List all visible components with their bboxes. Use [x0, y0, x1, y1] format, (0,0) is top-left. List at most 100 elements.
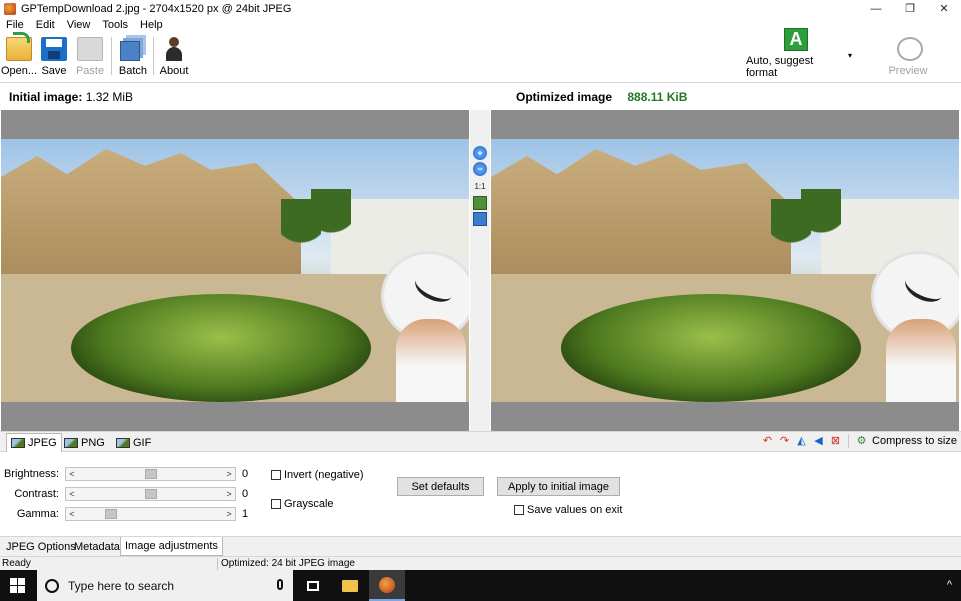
tools-separator [848, 434, 850, 448]
grayscale-checkbox[interactable]: Grayscale [271, 498, 334, 510]
invert-checkbox[interactable]: Invert (negative) [271, 469, 363, 481]
set-defaults-button[interactable]: Set defaults [397, 477, 484, 496]
image-info-bar: Initial image: 1.32 MiB Optimized image … [0, 84, 961, 110]
image-tools: ↶ ↷ ◭ ◀ ⊠ ⚙ Compress to size [761, 434, 957, 448]
tab-png[interactable]: PNG [60, 433, 109, 452]
taskbar-search-box[interactable]: Type here to search [37, 570, 293, 601]
slider-right-arrow-icon[interactable]: > [223, 508, 235, 520]
save-button[interactable]: Save [40, 35, 68, 77]
optimized-image-label: Optimized image [516, 90, 613, 104]
slider-right-arrow-icon[interactable]: > [223, 468, 235, 480]
png-format-icon [64, 437, 78, 448]
maximize-button[interactable]: ❐ [893, 0, 927, 17]
tab-gif[interactable]: GIF [112, 433, 155, 452]
auto-format-icon: A [784, 28, 808, 51]
tray-chevron-up-icon[interactable]: ^ [947, 579, 952, 591]
contrast-slider-thumb[interactable] [145, 489, 157, 499]
gamma-slider[interactable]: < > [65, 507, 236, 521]
task-view-icon [307, 580, 319, 591]
status-ready-text: Ready [2, 558, 31, 569]
zoom-in-icon[interactable]: + [473, 146, 487, 160]
compress-to-size-button[interactable]: Compress to size [872, 435, 957, 447]
fit-screen-icon[interactable] [473, 212, 487, 226]
windows-taskbar: Type here to search ^ [0, 570, 961, 601]
format-dropdown-arrow-icon[interactable]: ▾ [848, 51, 852, 60]
slider-left-arrow-icon[interactable]: < [66, 488, 78, 500]
apply-to-initial-button[interactable]: Apply to initial image [497, 477, 620, 496]
status-optimized-text: Optimized: 24 bit JPEG image [221, 558, 355, 569]
paste-button[interactable]: Paste [76, 35, 104, 77]
paste-label: Paste [75, 65, 105, 77]
format-selector-button[interactable]: A Auto, suggest format [746, 28, 846, 79]
toolbar-separator [153, 37, 154, 75]
toolbar-separator [111, 37, 112, 75]
optimized-image-panel[interactable] [491, 110, 959, 431]
batch-label: Batch [118, 65, 148, 77]
save-values-checkbox[interactable]: Save values on exit [514, 504, 622, 516]
app-icon [4, 2, 16, 15]
microphone-icon[interactable] [277, 579, 283, 590]
windows-start-icon[interactable] [10, 578, 25, 593]
minimize-button[interactable]: — [859, 0, 893, 17]
slider-left-arrow-icon[interactable]: < [66, 468, 78, 480]
flip-horizontal-icon[interactable]: ◀ [812, 435, 825, 448]
title-bar: GPTempDownload 2.jpg - 2704x1520 px @ 24… [0, 0, 961, 17]
optimized-image-size: 888.11 KiB [627, 90, 688, 104]
optimized-image-photo [491, 139, 959, 402]
menu-help[interactable]: Help [134, 19, 169, 31]
fit-window-icon[interactable] [473, 196, 487, 210]
preview-button[interactable]: Preview [888, 35, 928, 77]
optimized-image-info: Optimized image 888.11 KiB [516, 90, 687, 104]
menu-file[interactable]: File [0, 19, 30, 31]
open-button[interactable]: Open... [0, 32, 38, 77]
about-button[interactable]: About [159, 35, 189, 77]
brightness-slider[interactable]: < > [65, 467, 236, 481]
tab-jpeg-options[interactable]: JPEG Options [2, 537, 80, 556]
menu-edit[interactable]: Edit [30, 19, 61, 31]
grayscale-label: Grayscale [284, 498, 334, 510]
batch-button[interactable]: Batch [118, 35, 148, 77]
slider-right-arrow-icon[interactable]: > [223, 488, 235, 500]
save-values-label: Save values on exit [527, 504, 623, 516]
about-person-icon [161, 37, 187, 61]
preview-label: Preview [888, 65, 928, 77]
tab-jpeg[interactable]: JPEG [6, 433, 62, 452]
preview-magnifier-icon [897, 37, 923, 61]
gamma-label: Gamma: [16, 508, 59, 520]
zoom-out-icon[interactable]: − [473, 162, 487, 176]
slider-left-arrow-icon[interactable]: < [66, 508, 78, 520]
tab-png-label: PNG [81, 436, 105, 449]
main-toolbar: Open... Save Paste Batch About A Auto, s… [0, 28, 961, 83]
menu-tools[interactable]: Tools [96, 19, 134, 31]
initial-image-size: 1.32 MiB [85, 90, 134, 104]
rotate-left-icon[interactable]: ↶ [761, 435, 774, 448]
contrast-label: Contrast: [14, 488, 59, 500]
checkbox-box[interactable] [514, 505, 524, 515]
search-placeholder: Type here to search [68, 578, 175, 593]
contrast-slider[interactable]: < > [65, 487, 236, 501]
initial-image-photo [1, 139, 469, 402]
flip-vertical-icon[interactable]: ◭ [795, 435, 808, 448]
actual-size-icon[interactable]: 1:1 [473, 179, 487, 193]
checkbox-box[interactable] [271, 470, 281, 480]
about-label: About [159, 65, 189, 77]
rotate-right-icon[interactable]: ↷ [778, 435, 791, 448]
task-view-button[interactable] [295, 570, 331, 601]
image-adjustments-panel: Brightness: < > 0 Contrast: < > 0 Gamma:… [0, 452, 961, 536]
status-bar: Ready Optimized: 24 bit JPEG image [0, 556, 961, 570]
checkbox-box[interactable] [271, 499, 281, 509]
jpeg-format-icon [11, 438, 25, 448]
file-explorer-button[interactable] [332, 570, 368, 601]
tab-metadata[interactable]: Metadata [70, 537, 124, 556]
brightness-slider-thumb[interactable] [145, 469, 157, 479]
menu-bar: File Edit View Tools Help [0, 17, 961, 33]
menu-view[interactable]: View [61, 19, 97, 31]
app-taskbar-button[interactable] [369, 570, 405, 601]
gamma-slider-thumb[interactable] [105, 509, 117, 519]
crop-icon[interactable]: ⊠ [829, 435, 842, 448]
close-button[interactable]: ✕ [927, 0, 961, 17]
open-label: Open... [0, 65, 38, 77]
compress-icon[interactable]: ⚙ [855, 435, 868, 448]
tab-image-adjustments[interactable]: Image adjustments [120, 537, 223, 556]
initial-image-panel[interactable] [1, 110, 469, 431]
